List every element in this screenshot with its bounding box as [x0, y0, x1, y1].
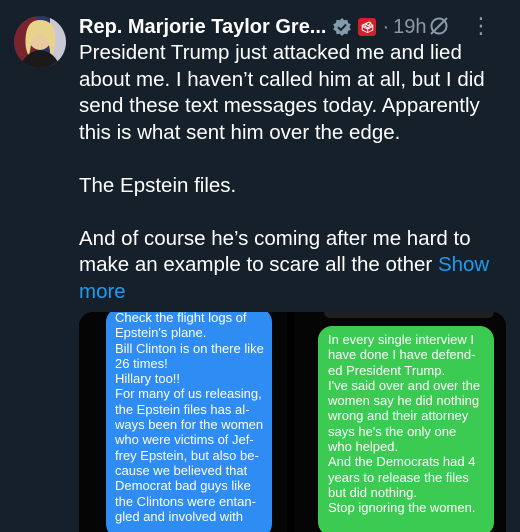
more-options-icon[interactable]: ⋮: [470, 12, 492, 40]
author-name[interactable]: Rep. Marjorie Taylor Gre...: [79, 16, 326, 39]
post-timestamp[interactable]: 19h: [393, 16, 426, 39]
paragraph-2: The Epstein files.: [79, 173, 237, 197]
grok-icon[interactable]: [428, 15, 450, 37]
post-text: President Trump just attacked me and lie…: [79, 40, 509, 305]
paragraph-1: President Trump just attacked me and lie…: [79, 41, 485, 144]
sms-message-bubble: In every single interview I have done I …: [318, 326, 494, 532]
media-attachment[interactable]: Check the flight logs of Epstein's plane…: [79, 312, 506, 532]
show-more-link-continued[interactable]: more: [79, 279, 509, 306]
sent-message-bubble: Check the flight logs of Epstein's plane…: [106, 312, 272, 532]
verified-badge-icon: [332, 17, 352, 37]
screenshot-left[interactable]: Check the flight logs of Epstein's plane…: [79, 312, 287, 532]
separator-dot: ·: [382, 15, 390, 38]
paragraph-3: And of course he’s coming after me hard …: [79, 226, 509, 306]
affiliation-badge-icon[interactable]: 🗳: [358, 18, 377, 36]
screenshot-right[interactable]: In every single interview I have done I …: [294, 312, 506, 532]
post[interactable]: Rep. Marjorie Taylor Gre... 🗳 · 19h ⋮ Pr…: [0, 0, 520, 532]
author-avatar[interactable]: [14, 16, 66, 68]
post-header: Rep. Marjorie Taylor Gre... 🗳 · 19h ⋮: [79, 12, 506, 42]
show-more-link[interactable]: Show: [438, 253, 489, 276]
previous-bubble-edge: [324, 312, 494, 318]
